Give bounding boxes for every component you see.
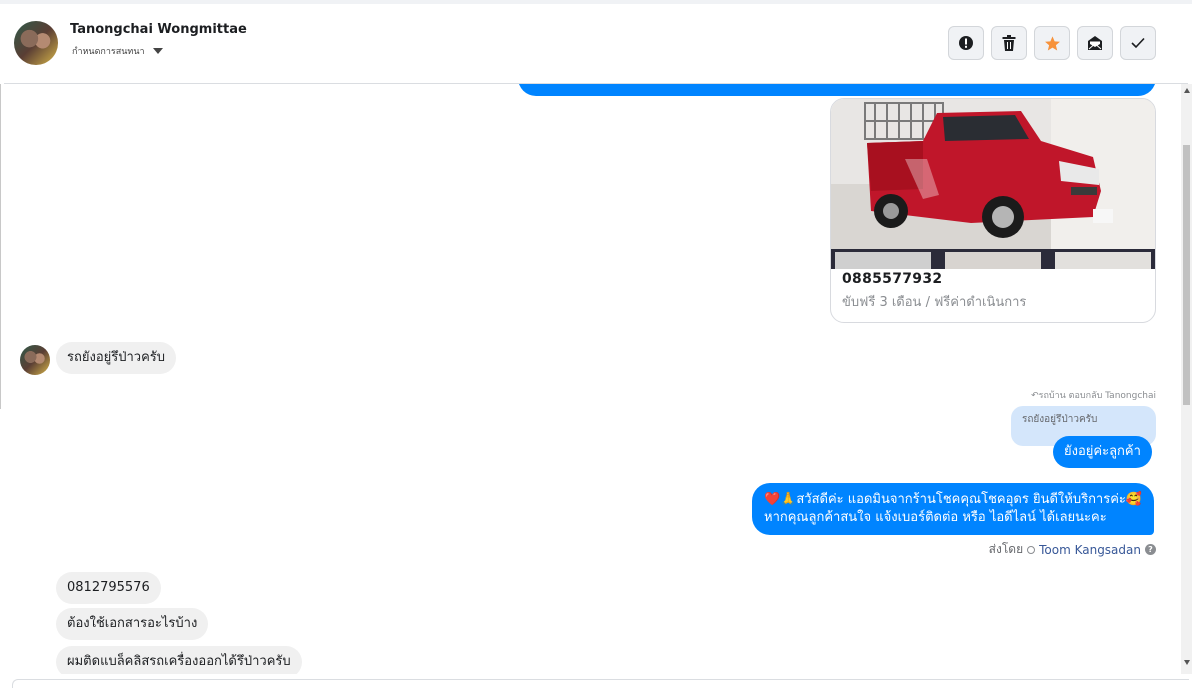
scroll-down-arrow-icon[interactable] <box>1184 660 1190 665</box>
smile-emoji-icon: 🥰 <box>1125 492 1143 507</box>
heart-emoji-icon: ❤️🙏 <box>764 492 797 507</box>
mark-unread-button[interactable] <box>1077 26 1113 60</box>
reply-note: ↶รถบ้าน ตอบกลับ Tanongchai <box>1031 388 1156 402</box>
greeting-line-1: ❤️🙏สวัสดีค่ะ แอดมินจากร้านโชคคุณโชคอุดร … <box>764 492 1143 507</box>
agent-status-icon <box>1027 545 1036 554</box>
card-subtitle: ขับฟรี 3 เดือน / ฟรีค่าดำเนินการ <box>842 295 1027 310</box>
incoming-message: รถยังอยู่รึป่าวครับ <box>56 342 177 374</box>
mark-unread-icon <box>1088 36 1102 50</box>
sent-by-info: ส่งโดย Toom Kangsadan ? <box>989 540 1156 559</box>
report-spam-button[interactable] <box>948 26 984 60</box>
sent-by-agent[interactable]: Toom Kangsadan <box>1039 543 1141 557</box>
conversation-header: Tanongchai Wongmittae กำหนดการสนทนา <box>4 4 1188 84</box>
contact-name[interactable]: Tanongchai Wongmittae <box>70 22 247 37</box>
left-edge-line <box>0 84 1 409</box>
outgoing-greeting-message: ❤️🙏สวัสดีค่ะ แอดมินจากร้านโชคคุณโชคอุดร … <box>752 483 1155 535</box>
mark-done-button[interactable] <box>1120 26 1156 60</box>
scrollbar-thumb[interactable] <box>1183 145 1190 405</box>
status-label: กำหนดการสนทนา <box>72 47 145 57</box>
check-icon <box>1131 37 1145 49</box>
incoming-message: ต้องใช้เอกสารอะไรบ้าง <box>56 608 209 640</box>
help-icon[interactable]: ? <box>1145 544 1156 555</box>
header-actions <box>948 26 1156 60</box>
incoming-message: 0812795576 <box>56 572 161 604</box>
outgoing-message: ยังอยู่ค่ะลูกค้า <box>1053 436 1152 468</box>
outgoing-message-bubble <box>518 84 1156 96</box>
trash-icon <box>1002 35 1016 51</box>
ad-card[interactable]: 0885577932 ขับฟรี 3 เดือน / ฟรีค่าดำเนิน… <box>830 98 1156 323</box>
card-phone-number: 0885577932 <box>842 271 943 287</box>
conversation-status-dropdown[interactable]: กำหนดการสนทนา <box>72 44 163 58</box>
reply-arrow-icon: ↶ <box>1031 391 1039 401</box>
delete-button[interactable] <box>991 26 1027 60</box>
sender-avatar[interactable] <box>20 345 50 375</box>
incoming-message: ผมติดแบล็คลิสรถเครื่องออกได้รึป่าวครับ <box>56 646 302 674</box>
scroll-up-arrow-icon[interactable] <box>1184 88 1190 93</box>
sent-by-label: ส่งโดย <box>988 542 1024 556</box>
greeting-line-2: หากคุณลูกค้าสนใจ แจ้งเบอร์ติดต่อ หรือ ไอ… <box>764 510 1107 525</box>
caret-down-icon <box>152 48 163 54</box>
contact-avatar[interactable] <box>14 21 58 65</box>
reply-note-text: รถบ้าน ตอบกลับ Tanongchai <box>1038 391 1156 401</box>
alert-icon <box>959 36 973 50</box>
truck-image <box>831 99 1155 269</box>
message-thread[interactable]: 0885577932 ขับฟรี 3 เดือน / ฟรีค่าดำเนิน… <box>4 84 1181 674</box>
star-button[interactable] <box>1034 26 1070 60</box>
star-icon <box>1044 35 1060 50</box>
